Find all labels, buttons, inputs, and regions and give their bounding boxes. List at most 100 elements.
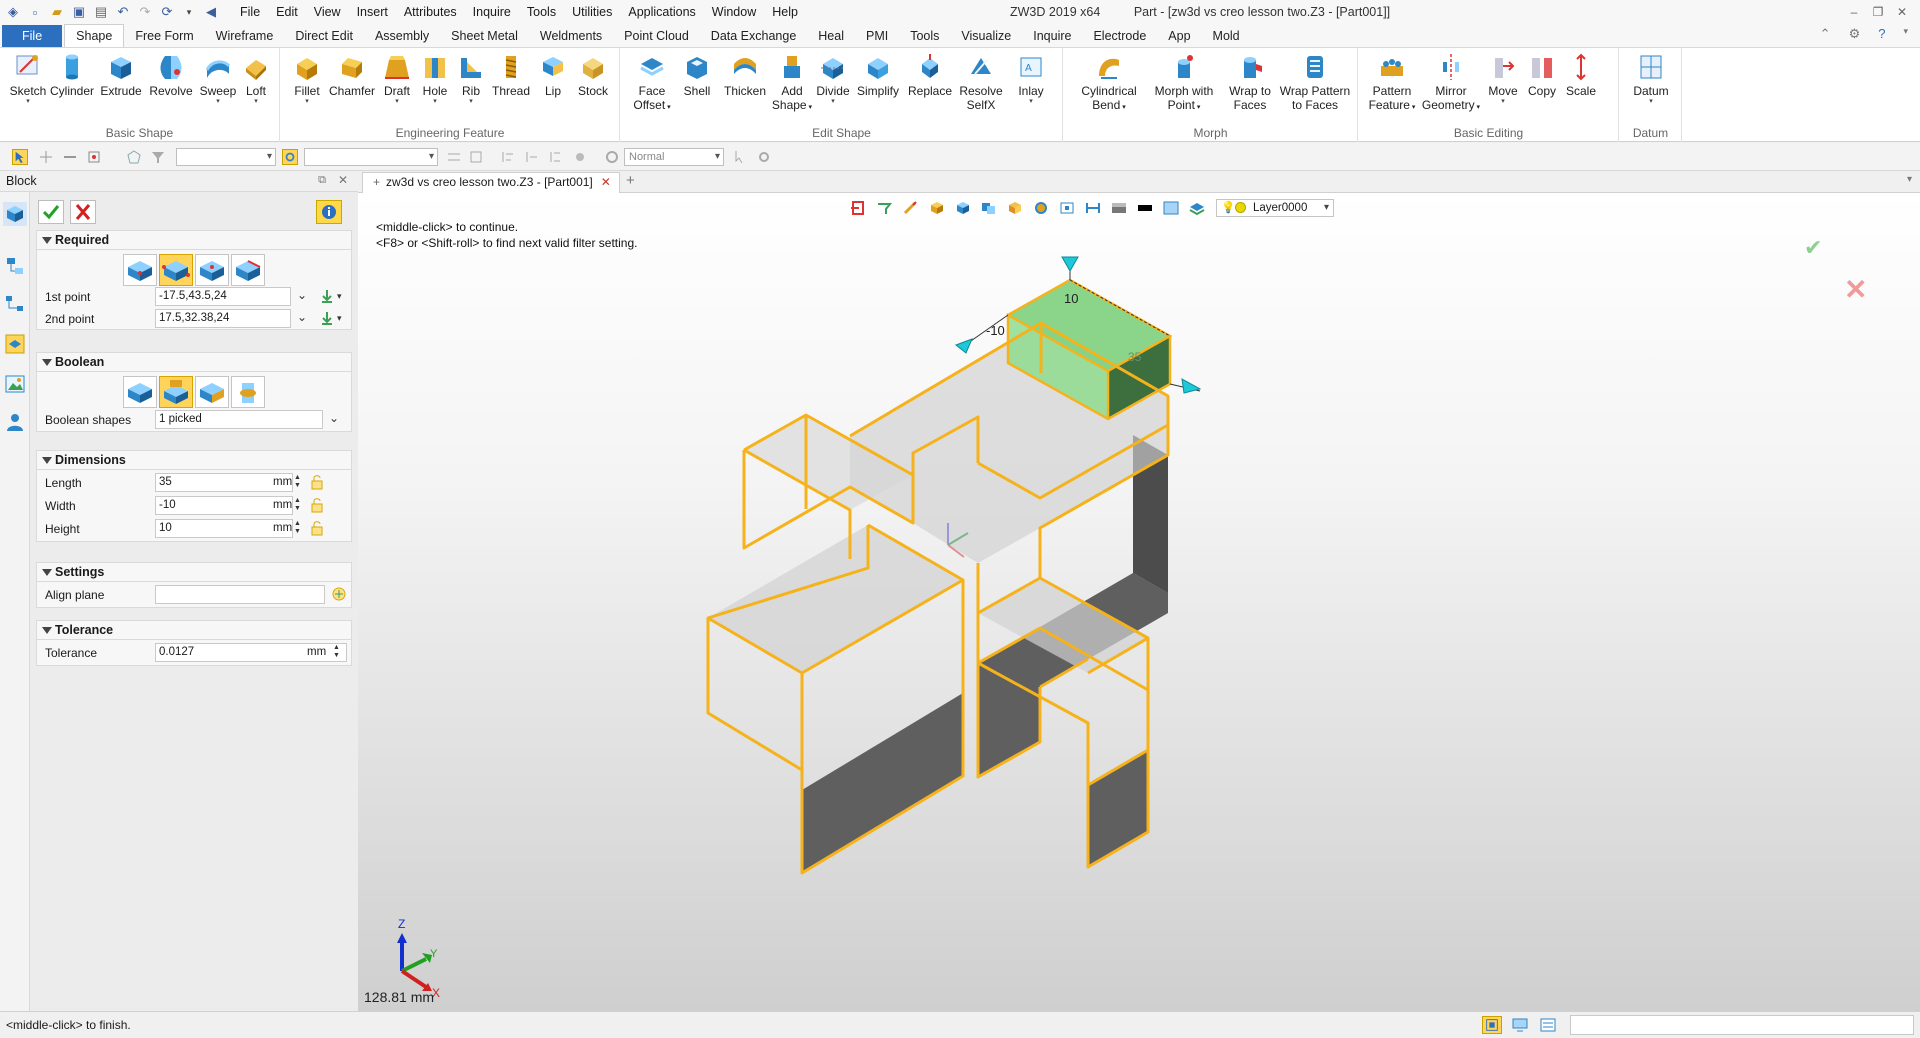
filter-combo[interactable] bbox=[176, 148, 276, 166]
divide-button[interactable]: Divide ▾ bbox=[813, 52, 853, 106]
help-icon[interactable]: ? bbox=[1878, 26, 1885, 42]
tree-manager-icon[interactable] bbox=[3, 292, 27, 316]
tab-wireframe[interactable]: Wireframe bbox=[205, 25, 285, 47]
tolerance-spinner[interactable]: ▲ ▼ bbox=[333, 644, 340, 660]
boolean-shapes-input[interactable]: 1 picked bbox=[155, 410, 323, 429]
thicken-button[interactable]: Thicken bbox=[721, 52, 769, 98]
scale-button[interactable]: Scale bbox=[1561, 52, 1601, 98]
command-input-field[interactable] bbox=[1570, 1015, 1914, 1035]
menu-edit[interactable]: Edit bbox=[268, 0, 306, 24]
boolean-remove-option[interactable] bbox=[195, 376, 229, 408]
tab-sheet-metal[interactable]: Sheet Metal bbox=[440, 25, 529, 47]
pin-icon[interactable]: ⧉ bbox=[318, 174, 326, 187]
grid-a-icon[interactable] bbox=[446, 149, 462, 165]
dropdown-icon[interactable]: ▾ bbox=[180, 3, 198, 21]
tab-free-form[interactable]: Free Form bbox=[124, 25, 204, 47]
align-plane-pick-icon[interactable] bbox=[331, 586, 347, 602]
tab-app[interactable]: App bbox=[1157, 25, 1201, 47]
boolean-add-option[interactable] bbox=[159, 376, 193, 408]
fillet-button[interactable]: Fillet ▾ bbox=[287, 52, 327, 106]
palette-manager-icon[interactable] bbox=[3, 332, 27, 356]
status-list-icon[interactable] bbox=[1538, 1016, 1558, 1034]
boolean-base-option[interactable] bbox=[123, 376, 157, 408]
section-settings-header[interactable]: Settings bbox=[36, 562, 352, 582]
collapse-ribbon-icon[interactable]: ⌃ bbox=[1820, 26, 1831, 42]
lip-button[interactable]: Lip bbox=[535, 52, 571, 98]
replace-button[interactable]: Replace bbox=[905, 52, 955, 98]
second-point-menu-icon[interactable]: ▾ bbox=[337, 313, 342, 324]
tab-mold[interactable]: Mold bbox=[1202, 25, 1251, 47]
menu-applications[interactable]: Applications bbox=[620, 0, 703, 24]
extrude-button[interactable]: Extrude bbox=[98, 52, 144, 98]
menu-tools[interactable]: Tools bbox=[519, 0, 564, 24]
tab-point-cloud[interactable]: Point Cloud bbox=[613, 25, 700, 47]
tab-pmi[interactable]: PMI bbox=[855, 25, 899, 47]
hole-button[interactable]: Hole ▾ bbox=[417, 52, 453, 106]
rib-button[interactable]: Rib ▾ bbox=[453, 52, 489, 106]
add-shape-button[interactable]: Add Shape ▾ bbox=[771, 52, 813, 115]
length-drag-handle[interactable] bbox=[1181, 378, 1202, 394]
first-point-menu-icon[interactable]: ▾ bbox=[337, 291, 342, 302]
status-mode-icon[interactable] bbox=[1482, 1016, 1502, 1034]
open-file-icon[interactable]: ▰ bbox=[48, 3, 66, 21]
polygon-icon[interactable] bbox=[126, 149, 142, 165]
panel-close-icon[interactable]: ✕ bbox=[338, 173, 348, 187]
tab-inquire[interactable]: Inquire bbox=[1022, 25, 1082, 47]
filter-icon[interactable] bbox=[150, 149, 166, 165]
ok-button[interactable] bbox=[38, 200, 64, 224]
save-icon[interactable]: ▣ bbox=[70, 3, 88, 21]
width-lock-icon[interactable] bbox=[309, 497, 325, 513]
inlay-button[interactable]: A Inlay ▾ bbox=[1011, 52, 1051, 106]
align-c-icon[interactable] bbox=[548, 149, 564, 165]
first-point-pick-icon[interactable] bbox=[319, 288, 335, 304]
second-point-expand-icon[interactable]: ⌄ bbox=[297, 310, 307, 324]
print-icon[interactable]: ▤ bbox=[92, 3, 110, 21]
tab-data-exchange[interactable]: Data Exchange bbox=[700, 25, 807, 47]
point-filter-icon[interactable] bbox=[86, 149, 102, 165]
cursor-icon[interactable] bbox=[732, 149, 748, 165]
block-type-option-4[interactable] bbox=[231, 254, 265, 286]
menu-inquire[interactable]: Inquire bbox=[465, 0, 519, 24]
stock-button[interactable]: Stock bbox=[573, 52, 613, 98]
section-boolean-header[interactable]: Boolean bbox=[36, 352, 352, 372]
cylindrical-bend-button[interactable]: Cylindrical Bend ▾ bbox=[1074, 52, 1144, 115]
back-arrow-icon[interactable]: ◀ bbox=[202, 3, 220, 21]
tab-visualize[interactable]: Visualize bbox=[950, 25, 1022, 47]
new-file-icon[interactable]: ▫ bbox=[26, 3, 44, 21]
tab-electrode[interactable]: Electrode bbox=[1082, 25, 1157, 47]
user-manager-icon[interactable] bbox=[3, 410, 27, 434]
tab-assembly[interactable]: Assembly bbox=[364, 25, 440, 47]
menu-attributes[interactable]: Attributes bbox=[396, 0, 465, 24]
menu-help[interactable]: Help bbox=[764, 0, 806, 24]
settings-small-icon[interactable] bbox=[756, 149, 772, 165]
sweep-button[interactable]: Sweep ▾ bbox=[198, 52, 238, 106]
restore-icon[interactable]: ❐ bbox=[1866, 0, 1890, 24]
graphics-viewport[interactable]: <middle-click> to continue. <F8> or <Shi… bbox=[358, 193, 1920, 1011]
resolve-selfx-button[interactable]: Resolve SelfX bbox=[955, 52, 1007, 112]
refresh-icon[interactable]: ⟳ bbox=[158, 3, 176, 21]
wrap-pattern-to-faces-button[interactable]: Wrap Pattern to Faces bbox=[1274, 52, 1356, 112]
status-display-icon[interactable] bbox=[1510, 1016, 1530, 1034]
cylinder-button[interactable]: Cylinder bbox=[48, 52, 96, 98]
tab-tools[interactable]: Tools bbox=[899, 25, 950, 47]
grid-b-icon[interactable] bbox=[468, 149, 484, 165]
close-icon[interactable]: ✕ bbox=[1890, 0, 1914, 24]
move-button[interactable]: Move ▾ bbox=[1483, 52, 1523, 106]
section-required-header[interactable]: Required bbox=[36, 230, 352, 250]
copy-button[interactable]: Copy bbox=[1523, 52, 1561, 98]
height-drag-handle[interactable] bbox=[1061, 256, 1079, 273]
tab-heal[interactable]: Heal bbox=[807, 25, 855, 47]
settings-gear-icon[interactable]: ⚙ bbox=[1849, 26, 1861, 42]
menu-window[interactable]: Window bbox=[704, 0, 764, 24]
align-plane-input[interactable] bbox=[155, 585, 325, 604]
face-offset-button[interactable]: Face Offset ▾ bbox=[629, 52, 675, 115]
sketch-button[interactable]: Sketch ▾ bbox=[6, 52, 50, 106]
first-point-input[interactable]: -17.5,43.5,24 bbox=[155, 287, 291, 306]
tab-file[interactable]: File bbox=[2, 25, 63, 47]
refresh-filter-icon[interactable] bbox=[282, 149, 298, 165]
menu-insert[interactable]: Insert bbox=[349, 0, 396, 24]
revolve-button[interactable]: Revolve bbox=[148, 52, 194, 98]
length-lock-icon[interactable] bbox=[309, 474, 325, 490]
height-lock-icon[interactable] bbox=[309, 520, 325, 536]
tab-list-icon[interactable]: ▾ bbox=[1907, 174, 1912, 185]
